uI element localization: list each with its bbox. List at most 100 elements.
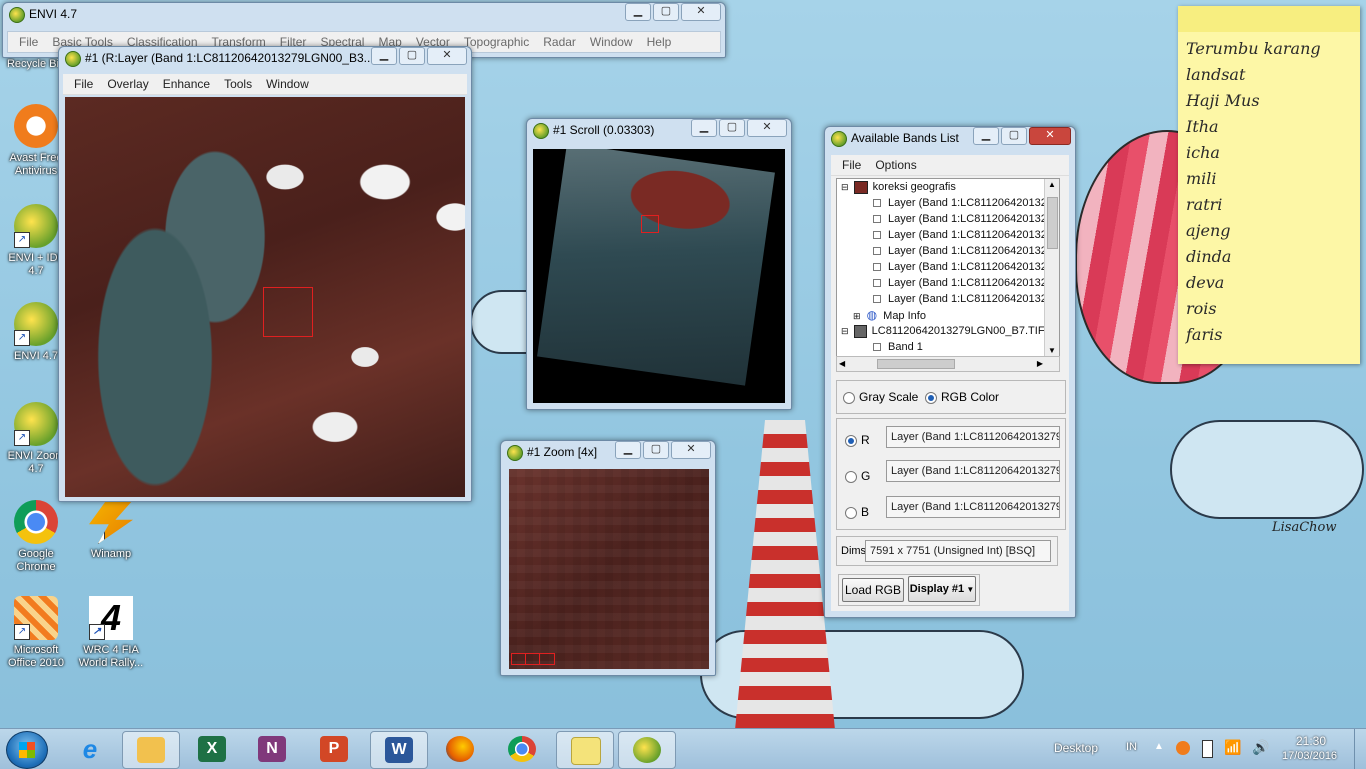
language-indicator[interactable]: IN: [1126, 741, 1137, 753]
radio-button[interactable]: [845, 470, 857, 483]
window-titlebar[interactable]: #1 Scroll (0.03303) ▁ ▢ ✕: [527, 119, 791, 141]
g-band-field[interactable]: Layer (Band 1:LC81120642013279: [886, 460, 1060, 482]
tree-band-item[interactable]: Layer (Band 1:LC81120642013279: [837, 275, 1059, 291]
close-icon[interactable]: ✕: [747, 119, 787, 137]
tree-node-file[interactable]: ⊟ koreksi geografis: [837, 179, 1059, 195]
scrollbar-thumb[interactable]: [877, 359, 955, 369]
radio-button[interactable]: [845, 506, 857, 519]
display-select[interactable]: Display #1 ▼: [908, 576, 976, 602]
close-icon[interactable]: ✕: [681, 3, 721, 21]
close-icon[interactable]: ✕: [427, 47, 467, 65]
radio-gray-scale[interactable]: Gray Scale: [843, 390, 918, 404]
taskbar-excel[interactable]: X: [184, 731, 240, 767]
avast-tray-icon[interactable]: [1176, 741, 1190, 755]
window-titlebar[interactable]: Available Bands List ▁ ▢ ✕: [825, 127, 1075, 149]
battery-icon[interactable]: [1202, 740, 1213, 758]
b-band-field[interactable]: Layer (Band 1:LC81120642013279: [886, 496, 1060, 518]
show-desktop-button[interactable]: [1354, 729, 1366, 769]
close-icon[interactable]: ✕: [671, 441, 711, 459]
taskbar-firefox[interactable]: [432, 731, 488, 767]
network-icon[interactable]: 📶: [1224, 739, 1241, 756]
scrollbar-thumb[interactable]: [1047, 197, 1058, 249]
minimize-icon[interactable]: ▁: [371, 47, 397, 65]
tree-hscrollbar[interactable]: ◀ ▶: [836, 356, 1060, 372]
taskbar-powerpoint[interactable]: P: [306, 731, 362, 767]
radio-channel-g[interactable]: G: [845, 469, 870, 483]
taskbar-envi[interactable]: [618, 731, 676, 769]
taskbar-onenote[interactable]: N: [244, 731, 300, 767]
menu-window[interactable]: Window: [583, 35, 640, 49]
radio-button[interactable]: [925, 391, 937, 404]
tree-band-item[interactable]: Layer (Band 1:LC81120642013279: [837, 195, 1059, 211]
zoom-box-indicator[interactable]: [263, 287, 313, 337]
window-titlebar[interactable]: #1 (R:Layer (Band 1:LC81120642013279LGN0…: [59, 47, 471, 69]
expand-toggle-icon[interactable]: ⊟: [841, 182, 849, 192]
minimize-icon[interactable]: ▁: [691, 119, 717, 137]
taskbar-ie[interactable]: e: [62, 731, 118, 767]
maximize-icon[interactable]: ▢: [719, 119, 745, 137]
menu-file[interactable]: File: [835, 158, 868, 172]
desktop-icon-chrome[interactable]: Google Chrome: [3, 500, 69, 574]
volume-icon[interactable]: 🔊: [1252, 739, 1269, 756]
menu-overlay[interactable]: Overlay: [100, 77, 155, 91]
load-rgb-button[interactable]: Load RGB: [842, 578, 904, 602]
menu-enhance[interactable]: Enhance: [156, 77, 217, 91]
menu-tools[interactable]: Tools: [217, 77, 259, 91]
show-hidden-icons-icon[interactable]: ▲: [1154, 741, 1164, 752]
menu-options[interactable]: Options: [868, 158, 923, 172]
tree-node-map-info[interactable]: ⊞ ◍ Map Info: [837, 307, 1059, 323]
sticky-note[interactable]: Terumbu karang landsat Haji Mus Itha ich…: [1178, 6, 1360, 364]
close-icon[interactable]: ✕: [1029, 127, 1071, 145]
minimize-icon[interactable]: ▁: [615, 441, 641, 459]
start-button[interactable]: [6, 731, 48, 769]
expand-toggle-icon[interactable]: ⊟: [841, 326, 849, 336]
maximize-icon[interactable]: ▢: [643, 441, 669, 459]
image-window[interactable]: #1 (R:Layer (Band 1:LC81120642013279LGN0…: [58, 46, 472, 502]
tree-node-file[interactable]: ⊟ LC81120642013279LGN00_B7.TIF: [837, 323, 1059, 339]
zoom-canvas[interactable]: [509, 469, 709, 669]
radio-channel-r[interactable]: R: [845, 433, 870, 447]
radio-button[interactable]: [843, 391, 855, 404]
window-titlebar[interactable]: ENVI 4.7 ▁ ▢ ✕: [3, 3, 725, 25]
taskbar-sticky-notes[interactable]: [556, 731, 614, 769]
desktop-icon-winamp[interactable]: ↗ Winamp: [78, 500, 144, 561]
radio-button[interactable]: [845, 434, 857, 447]
menu-radar[interactable]: Radar: [536, 35, 583, 49]
tree-band-item[interactable]: Band 1: [837, 339, 1059, 355]
expand-toggle-icon[interactable]: ⊞: [853, 311, 861, 321]
tree-band-item[interactable]: Layer (Band 1:LC81120642013279: [837, 227, 1059, 243]
clock-time[interactable]: 21:30: [1296, 734, 1326, 748]
tree-scrollbar[interactable]: ▲ ▼: [1044, 179, 1059, 357]
maximize-icon[interactable]: ▢: [1001, 127, 1027, 145]
scroll-right-icon[interactable]: ▶: [1037, 357, 1043, 371]
menu-file[interactable]: File: [12, 35, 45, 49]
bands-tree[interactable]: ⊟ koreksi geografis Layer (Band 1:LC8112…: [836, 178, 1060, 358]
tree-band-item[interactable]: Layer (Band 1:LC81120642013279: [837, 243, 1059, 259]
menu-file[interactable]: File: [67, 77, 100, 91]
tree-band-item[interactable]: Layer (Band 1:LC81120642013279: [837, 259, 1059, 275]
maximize-icon[interactable]: ▢: [653, 3, 679, 21]
tree-band-item[interactable]: Layer (Band 1:LC81120642013279: [837, 291, 1059, 307]
zoom-control-boxes[interactable]: [511, 653, 555, 665]
menu-help[interactable]: Help: [640, 35, 679, 49]
sticky-note-header[interactable]: [1178, 6, 1360, 32]
window-titlebar[interactable]: #1 Zoom [4x] ▁ ▢ ✕: [501, 441, 715, 463]
scroll-canvas[interactable]: [533, 149, 785, 403]
zoom-window[interactable]: #1 Zoom [4x] ▁ ▢ ✕: [500, 440, 716, 676]
taskbar-chrome[interactable]: [494, 731, 550, 767]
desktop-icon-office[interactable]: ↗ Microsoft Office 2010: [3, 596, 69, 670]
radio-rgb-color[interactable]: RGB Color: [925, 390, 999, 404]
tree-band-item[interactable]: Layer (Band 1:LC81120642013279: [837, 211, 1059, 227]
image-canvas[interactable]: [65, 97, 465, 497]
desktop-toolbar-label[interactable]: Desktop: [1054, 741, 1098, 755]
menu-window[interactable]: Window: [259, 77, 316, 91]
scroll-left-icon[interactable]: ◀: [839, 357, 845, 371]
scroll-up-icon[interactable]: ▲: [1045, 179, 1059, 191]
scroll-window[interactable]: #1 Scroll (0.03303) ▁ ▢ ✕: [526, 118, 792, 410]
radio-channel-b[interactable]: B: [845, 505, 869, 519]
desktop-icon-wrc4[interactable]: 4 ↗ WRC 4 FIA World Rally...: [78, 596, 144, 670]
taskbar-word[interactable]: W: [370, 731, 428, 769]
maximize-icon[interactable]: ▢: [399, 47, 425, 65]
r-band-field[interactable]: Layer (Band 1:LC81120642013279: [886, 426, 1060, 448]
minimize-icon[interactable]: ▁: [973, 127, 999, 145]
